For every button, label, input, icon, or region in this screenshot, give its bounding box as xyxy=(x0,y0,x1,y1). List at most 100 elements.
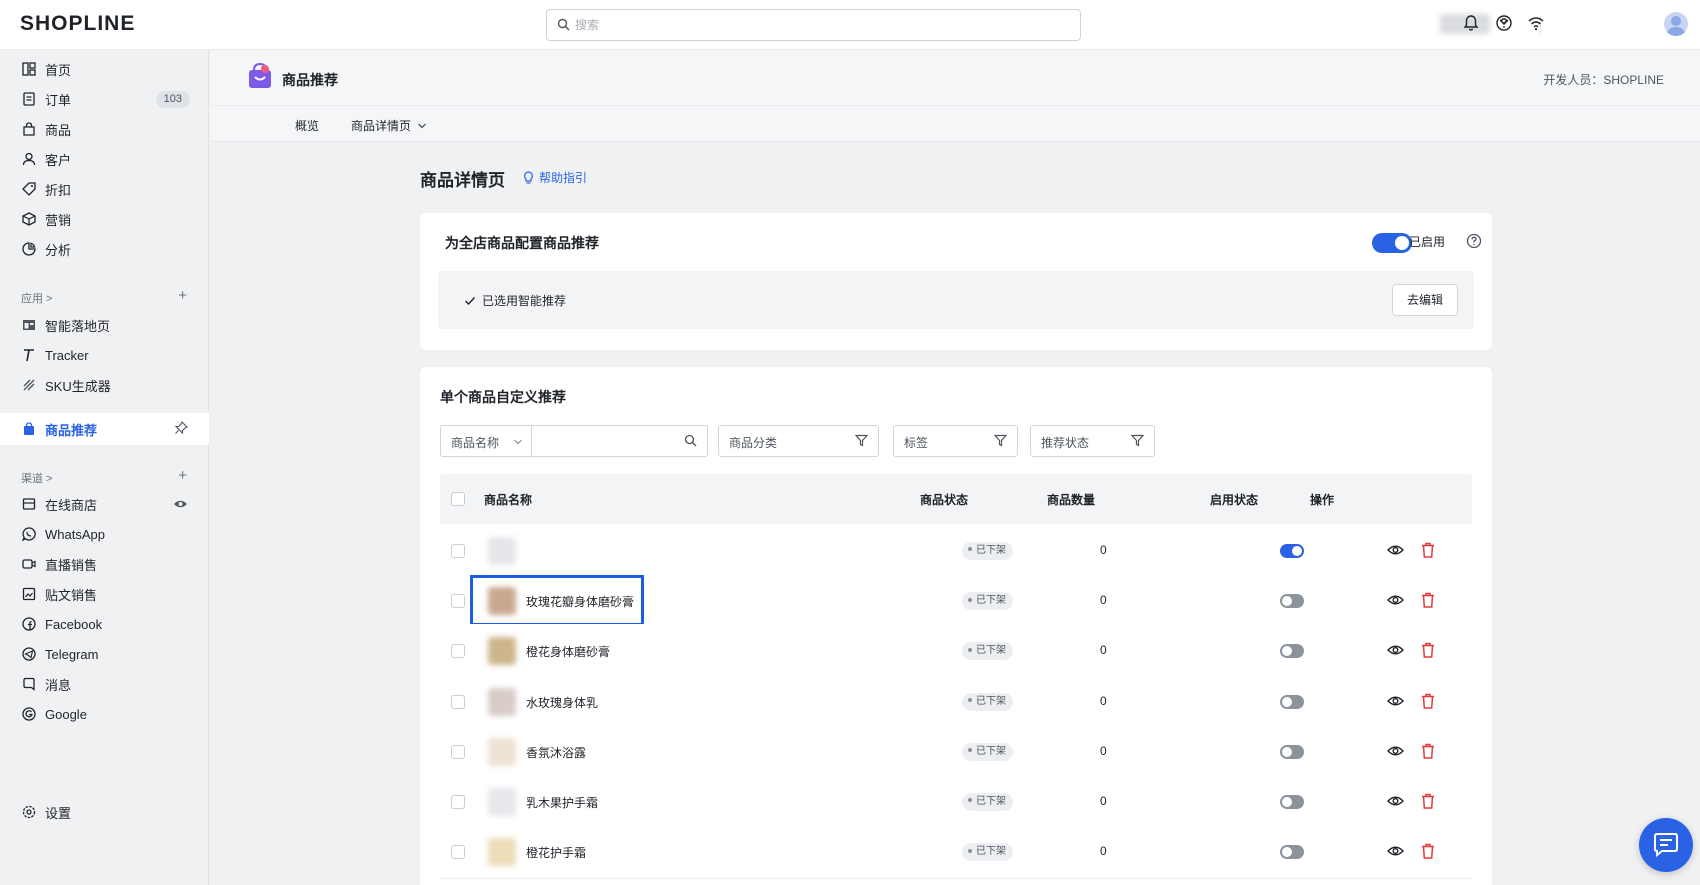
shopline-logo[interactable]: SHOPLINE xyxy=(20,12,135,36)
page-title: 商品详情页 xyxy=(420,171,505,190)
sidebar-item-home[interactable]: 首页 xyxy=(0,54,209,84)
preview-eye-icon[interactable] xyxy=(1387,794,1404,811)
sidebar-item-marketing[interactable]: 营销 xyxy=(0,204,209,234)
sidebar-item-online-store[interactable]: 在线商店 xyxy=(0,489,209,519)
tab-product-detail[interactable]: 商品详情页 xyxy=(351,117,427,134)
sidebar-item-product-recommend[interactable]: 商品推荐 xyxy=(0,413,209,445)
sidebar-item-customers[interactable]: 客户 xyxy=(0,144,209,174)
tag-icon xyxy=(21,181,37,197)
global-search[interactable] xyxy=(546,9,1081,41)
help-icon[interactable] xyxy=(1495,14,1513,35)
delete-icon[interactable] xyxy=(1421,793,1435,812)
sidebar-item-products[interactable]: 商品 xyxy=(0,114,209,144)
select-all-checkbox[interactable] xyxy=(451,492,465,506)
row-enable-toggle[interactable] xyxy=(1280,744,1304,759)
row-enable-toggle[interactable] xyxy=(1280,795,1304,809)
product-name[interactable]: 橙花身体磨砂膏 xyxy=(526,643,610,660)
tab-overview[interactable]: 概览 xyxy=(295,117,319,134)
row-checkbox[interactable] xyxy=(451,744,465,759)
preview-eye-icon[interactable] xyxy=(1387,844,1404,861)
global-enable-toggle[interactable] xyxy=(1372,233,1412,253)
preview-eye-icon[interactable] xyxy=(1387,593,1404,610)
pin-icon[interactable] xyxy=(174,421,188,438)
sidebar-item-discounts[interactable]: 折扣 xyxy=(0,174,209,204)
post-icon xyxy=(21,586,37,602)
delete-icon[interactable] xyxy=(1421,743,1435,762)
developer-info: 开发人员：SHOPLINE xyxy=(1543,73,1664,87)
delete-icon[interactable] xyxy=(1421,592,1435,611)
bag-icon xyxy=(21,121,37,137)
sidebar-item-post-selling[interactable]: 贴文销售 xyxy=(0,579,209,609)
category-filter[interactable]: 商品分类 xyxy=(718,425,879,457)
product-quantity: 0 xyxy=(1100,844,1107,859)
row-checkbox[interactable] xyxy=(451,694,465,709)
row-checkbox[interactable] xyxy=(451,845,465,860)
row-enable-toggle[interactable] xyxy=(1280,694,1304,709)
row-enable-toggle[interactable] xyxy=(1280,544,1304,558)
row-checkbox[interactable] xyxy=(451,544,465,558)
row-checkbox[interactable] xyxy=(451,644,465,659)
category-filter-label: 商品分类 xyxy=(729,436,778,450)
add-channel-icon[interactable]: + xyxy=(178,467,187,484)
search-icon[interactable] xyxy=(684,434,697,450)
add-app-icon[interactable]: + xyxy=(178,287,187,304)
row-enable-toggle[interactable] xyxy=(1280,845,1304,860)
sidebar-item-orders[interactable]: 订单 103 xyxy=(0,84,209,114)
column-header: 商品状态 xyxy=(920,493,969,507)
sidebar-item-label: 折扣 xyxy=(45,182,72,198)
sidebar-item-facebook[interactable]: Facebook xyxy=(0,609,209,639)
sidebar-item-tracker[interactable]: Tracker xyxy=(0,340,209,370)
selected-status: 已选用智能推荐 xyxy=(464,292,566,309)
sidebar-item-sku-generator[interactable]: SKU生成器 xyxy=(0,370,209,400)
edit-button[interactable]: 去编辑 xyxy=(1392,284,1458,316)
apps-section-label[interactable]: 应用 > xyxy=(21,290,52,306)
chat-support-button[interactable] xyxy=(1639,818,1693,872)
help-icon[interactable] xyxy=(1466,233,1482,252)
filter-icon xyxy=(854,434,869,450)
bell-icon[interactable] xyxy=(1462,14,1480,35)
product-name[interactable]: 乳木果护手霜 xyxy=(526,794,598,811)
sidebar-item-google[interactable]: Google xyxy=(0,699,209,729)
product-status-badge: 已下架 xyxy=(962,692,1013,711)
product-name[interactable]: 水玫瑰身体乳 xyxy=(526,694,598,711)
preview-eye-icon[interactable] xyxy=(1387,543,1404,560)
sidebar-item-live-selling[interactable]: 直播销售 xyxy=(0,549,209,579)
sidebar-item-messages[interactable]: 消息 xyxy=(0,669,209,699)
sidebar-item-telegram[interactable]: Telegram xyxy=(0,639,209,669)
chat-icon xyxy=(1654,833,1678,857)
highlight-box xyxy=(470,575,644,627)
product-search-input[interactable] xyxy=(537,432,675,450)
row-enable-toggle[interactable] xyxy=(1280,644,1304,659)
preview-eye-icon[interactable] xyxy=(1387,694,1404,711)
delete-icon[interactable] xyxy=(1421,642,1435,661)
channels-section-label[interactable]: 渠道 > xyxy=(21,470,52,486)
product-status-badge: 已下架 xyxy=(962,843,1013,862)
product-name[interactable]: 香氛沐浴露 xyxy=(526,744,586,761)
tag-filter[interactable]: 标签 xyxy=(893,425,1018,457)
delete-icon[interactable] xyxy=(1421,693,1435,712)
gear-icon xyxy=(21,804,37,820)
row-enable-toggle[interactable] xyxy=(1280,594,1304,609)
delete-icon[interactable] xyxy=(1421,843,1435,862)
eye-icon[interactable] xyxy=(173,497,188,514)
sidebar-item-landing-page[interactable]: 智能落地页 xyxy=(0,310,209,340)
help-guide-link[interactable]: 帮助指引 xyxy=(522,169,587,186)
row-checkbox[interactable] xyxy=(451,594,465,609)
sidebar-item-label: 贴文销售 xyxy=(45,587,98,603)
search-input[interactable] xyxy=(575,15,1065,35)
row-checkbox[interactable] xyxy=(451,795,465,809)
chevron-down-icon[interactable] xyxy=(513,436,523,450)
wifi-icon[interactable] xyxy=(1527,14,1545,35)
sidebar-item-whatsapp[interactable]: WhatsApp xyxy=(0,519,209,549)
product-name[interactable]: 橙花护手霜 xyxy=(526,844,586,861)
recommend-status-filter[interactable]: 推荐状态 xyxy=(1030,425,1155,457)
product-recommend-app-icon xyxy=(248,62,272,89)
preview-eye-icon[interactable] xyxy=(1387,643,1404,660)
sidebar-item-settings[interactable]: 设置 xyxy=(0,797,209,827)
sidebar-item-analytics[interactable]: 分析 xyxy=(0,234,209,264)
user-avatar-icon[interactable] xyxy=(1664,12,1688,36)
delete-icon[interactable] xyxy=(1421,542,1435,561)
preview-eye-icon[interactable] xyxy=(1387,744,1404,761)
product-quantity: 0 xyxy=(1100,543,1107,557)
search-field-select[interactable]: 商品名称 xyxy=(451,434,499,451)
